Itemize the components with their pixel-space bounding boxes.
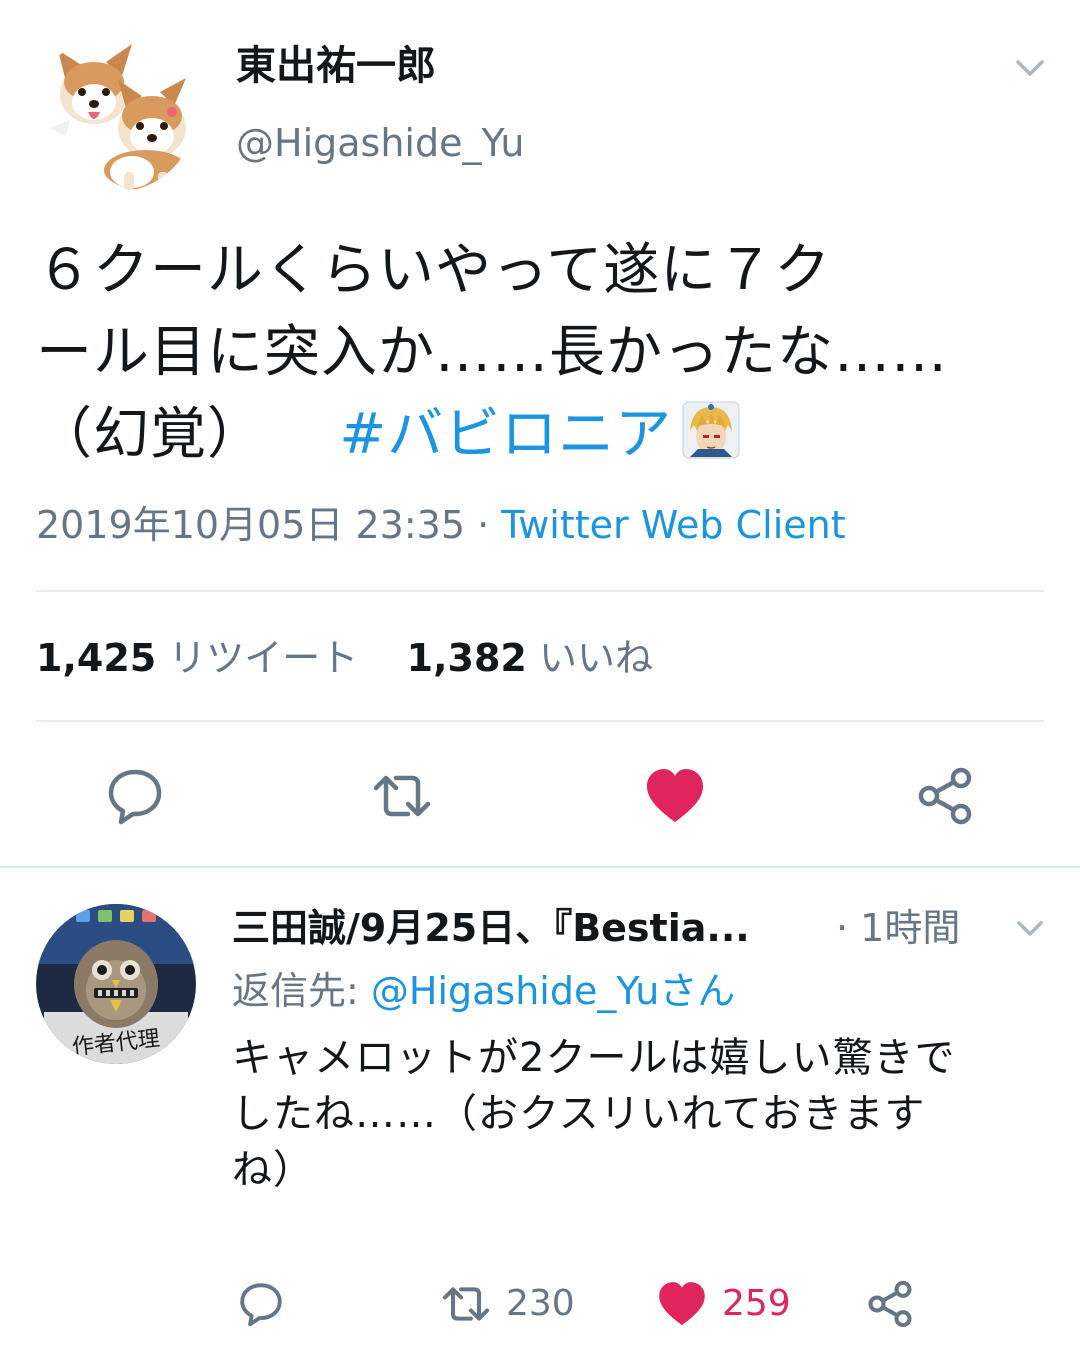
retweet-icon <box>442 1287 490 1321</box>
reply-menu-button[interactable] <box>1010 912 1050 946</box>
retweet-count: 1,425 <box>36 636 157 680</box>
author-handle[interactable]: @Higashide_Yu <box>236 118 524 168</box>
section-divider <box>0 866 1080 868</box>
like-label: いいね <box>538 636 653 680</box>
share-icon <box>868 1280 912 1328</box>
heart-icon <box>659 1282 705 1326</box>
reply-share-button[interactable] <box>864 1278 916 1330</box>
replying-to: 返信先: @Higashide_Yuさん <box>232 966 735 1016</box>
owl-avatar-image: 作者代理 <box>36 904 196 1064</box>
like-button[interactable] <box>643 764 707 828</box>
reply-timestamp[interactable]: · 1時間 <box>836 902 960 954</box>
tweet-text: ６クールくらいやって遂に７ク ール目に突入か……長かったな…… （幻覚） #バビ… <box>36 230 1046 476</box>
share-icon <box>918 767 972 825</box>
reply-author-avatar[interactable]: 作者代理 <box>36 904 196 1064</box>
tweet-text-fragment: （幻覚） <box>36 402 264 467</box>
retweet-icon <box>373 775 431 817</box>
chevron-down-icon <box>1017 921 1043 936</box>
retweet-label: リツイート <box>168 636 359 680</box>
tweet-text-line: ６クールくらいやって遂に７ク <box>36 238 832 303</box>
reply-text-line: キャメロットが2クールは嬉しい驚きで <box>232 1035 956 1081</box>
replying-to-label: 返信先: <box>232 969 371 1013</box>
reply-text: キャメロットが2クールは嬉しい驚きで したね……（おクスリいれておきます ね） <box>232 1030 1052 1198</box>
tweet-client-link[interactable]: Twitter Web Client <box>501 503 845 547</box>
reply-retweet-button[interactable]: 230 <box>440 1278 575 1330</box>
author-display-name[interactable]: 東出祐一郎 <box>236 40 436 92</box>
reply-author-display-name[interactable]: 三田誠/9月25日、『Bestia... <box>232 902 750 954</box>
reply-button[interactable] <box>103 764 167 828</box>
tweet-timestamp: 2019年10月05日 23:35 · <box>36 503 490 547</box>
replying-to-mention[interactable]: @Higashide_Yuさん <box>371 969 735 1013</box>
like-count: 1,382 <box>406 636 527 680</box>
chevron-down-icon <box>1016 60 1044 76</box>
hashtag-link[interactable]: #バビロニア <box>339 402 672 467</box>
divider <box>36 720 1044 722</box>
likes-stat[interactable]: 1,382 いいね <box>407 636 653 680</box>
corgi-avatar-image <box>36 32 196 192</box>
hashtag-emoji-icon <box>682 400 740 459</box>
reply-icon <box>240 1283 282 1327</box>
tweet-stats: 1,425 リツイート 1,382 いいね <box>36 632 653 684</box>
reply-retweet-count: 230 <box>506 1283 575 1324</box>
tweet-meta: 2019年10月05日 23:35 · Twitter Web Client <box>36 500 846 550</box>
reply-reply-button[interactable] <box>236 1278 286 1330</box>
share-button[interactable] <box>913 764 977 828</box>
author-avatar[interactable] <box>36 32 196 192</box>
reply-like-button[interactable]: 259 <box>656 1278 791 1330</box>
reply-like-count: 259 <box>722 1283 791 1324</box>
tweet-menu-button[interactable] <box>1008 50 1052 86</box>
retweets-stat[interactable]: 1,425 リツイート <box>36 636 358 680</box>
reply-text-line: したね……（おクスリいれておきます <box>232 1091 926 1137</box>
reply-icon <box>108 769 162 825</box>
tweet-text-line: ール目に突入か……長かったな…… <box>36 320 948 385</box>
retweet-button[interactable] <box>370 764 434 828</box>
heart-icon <box>647 769 703 822</box>
divider <box>36 590 1044 592</box>
tweet-text-line: （幻覚） #バビロニア <box>36 394 1046 476</box>
reply-text-line: ね） <box>232 1147 314 1193</box>
